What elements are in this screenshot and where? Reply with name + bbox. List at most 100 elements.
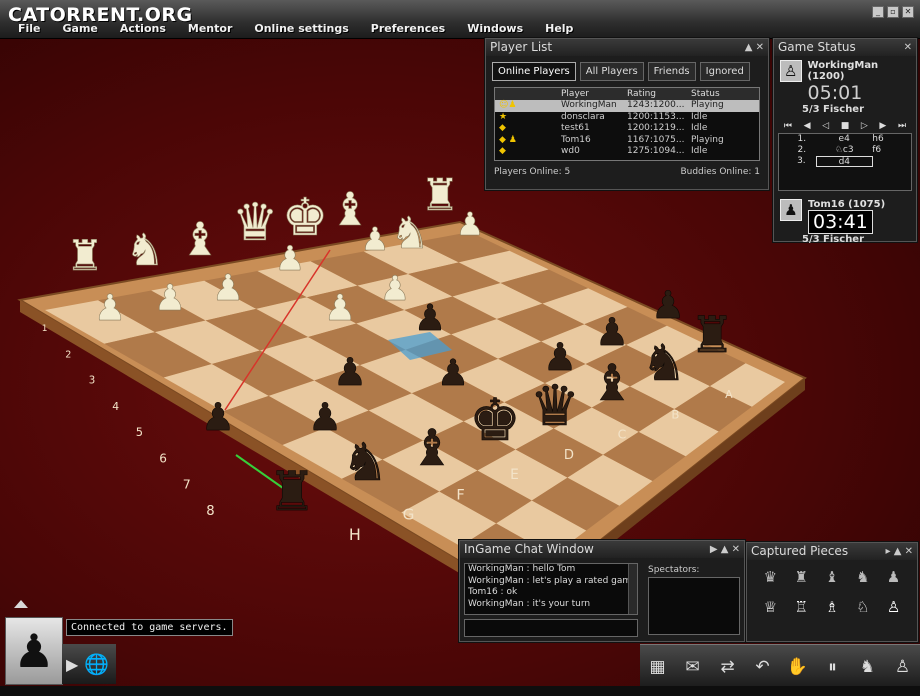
black-piece[interactable]: ♟	[333, 350, 368, 395]
white-piece[interactable]: ♟	[379, 269, 410, 310]
white-move[interactable]: d4	[815, 156, 873, 167]
column-rating[interactable]: Rating	[627, 88, 691, 100]
black-piece[interactable]: ♞	[341, 433, 389, 494]
next-move-icon[interactable]: ▶	[879, 121, 886, 131]
file-label: H	[349, 525, 361, 544]
swap-pieces-icon[interactable]: ⇄	[717, 656, 739, 678]
takeback-icon[interactable]: ↶	[752, 656, 774, 678]
panel-controls-icon[interactable]: ✕	[904, 39, 912, 56]
rank-label: 1	[42, 324, 48, 334]
black-move[interactable]	[873, 156, 911, 167]
board-view-icon[interactable]: ▦	[647, 656, 669, 678]
black-piece[interactable]: ♟	[201, 395, 236, 440]
stop-icon[interactable]: ■	[841, 121, 850, 131]
white-piece[interactable]: ♟	[154, 278, 187, 320]
move-row[interactable]: 3. d4	[779, 156, 911, 167]
restore-icon[interactable]: ▫	[887, 6, 899, 18]
move-row[interactable]: 1. e4 h6	[779, 134, 911, 145]
black-piece[interactable]: ♟	[651, 283, 686, 328]
step-back-icon[interactable]: ◁	[822, 121, 829, 131]
black-piece[interactable]: ♜	[267, 460, 316, 524]
black-piece[interactable]: ♞	[641, 334, 687, 393]
panel-controls-icon[interactable]: ▲ ✕	[745, 39, 764, 56]
white-piece[interactable]: ♛	[231, 193, 279, 254]
black-piece[interactable]: ♟	[437, 353, 470, 395]
offer-draw-icon[interactable]: ✉	[682, 656, 704, 678]
tab-friends[interactable]: Friends	[647, 62, 696, 81]
new-game-icon[interactable]: ♞	[857, 656, 879, 678]
table-row[interactable]: ◆ ♟ Tom16 1167:1075... Playing	[495, 135, 759, 147]
globe-icon[interactable]: 🌐	[84, 652, 109, 676]
file-label: D	[564, 448, 574, 463]
captured-black-row: ♛ ♜ ♝ ♞ ♟	[747, 568, 917, 586]
black-piece[interactable]: ♝	[409, 419, 455, 478]
white-piece[interactable]: ♝	[179, 212, 221, 267]
black-piece[interactable]: ♟	[308, 395, 343, 440]
white-move[interactable]: ♘c3	[816, 145, 872, 156]
file-label: G	[403, 506, 415, 524]
chat-scrollbar[interactable]	[628, 564, 637, 614]
captured-rook-icon: ♖	[794, 598, 808, 616]
white-piece[interactable]: ♟	[360, 220, 390, 259]
menu-online-settings[interactable]: Online settings	[254, 22, 348, 35]
expand-arrow-icon[interactable]	[14, 600, 28, 608]
menu-preferences[interactable]: Preferences	[371, 22, 445, 35]
table-row[interactable]: ☺♟ WorkingMan 1243:1200... Playing	[495, 100, 759, 112]
column-player[interactable]: Player	[561, 88, 627, 100]
white-piece[interactable]: ♜	[420, 170, 460, 222]
black-move[interactable]: h6	[872, 134, 911, 145]
status-message: Connected to game servers.	[66, 619, 233, 636]
player-name: wd0	[561, 146, 580, 156]
adjourn-icon[interactable]: ⏸	[822, 656, 844, 678]
white-piece[interactable]: ♟	[94, 288, 127, 330]
chat-input[interactable]	[464, 619, 638, 637]
white-piece[interactable]: ♜	[66, 231, 104, 281]
table-row[interactable]: ◆ wd0 1275:1094... Idle	[495, 146, 759, 158]
menu-file[interactable]: File	[18, 22, 41, 35]
game-status-title-bar: Game Status ✕	[774, 39, 916, 56]
white-piece[interactable]: ♟	[212, 268, 245, 310]
white-player-name: WorkingMan (1200)	[807, 60, 879, 82]
menu-windows[interactable]: Windows	[467, 22, 523, 35]
menu-actions[interactable]: Actions	[120, 22, 166, 35]
minimize-icon[interactable]: _	[872, 6, 884, 18]
player-rating: 1243:1200...	[627, 100, 685, 110]
play-arrow-icon[interactable]: ▶	[66, 655, 78, 674]
tab-all-players[interactable]: All Players	[579, 62, 644, 81]
captured-rook-icon: ♜	[794, 568, 808, 586]
black-piece[interactable]: ♛	[530, 374, 581, 440]
black-piece[interactable]: ♜	[689, 306, 735, 365]
last-move-icon[interactable]: ⏭	[898, 121, 906, 131]
white-piece[interactable]: ♟	[455, 205, 485, 244]
white-piece[interactable]: ♞	[125, 225, 165, 277]
close-icon[interactable]: ✕	[902, 6, 914, 18]
black-move[interactable]: f6	[872, 145, 911, 156]
panel-controls-icon[interactable]: ▸ ▲ ✕	[886, 543, 913, 560]
menu-game[interactable]: Game	[63, 22, 98, 35]
prev-move-icon[interactable]: ◀	[804, 121, 811, 131]
move-row[interactable]: 2. ♘c3 f6	[779, 145, 911, 156]
column-status[interactable]: Status	[691, 88, 755, 100]
tab-ignored[interactable]: Ignored	[699, 62, 750, 81]
black-piece[interactable]: ♟	[595, 310, 630, 355]
resign-hand-icon[interactable]: ✋	[787, 656, 809, 678]
table-row[interactable]: ◆ test61 1200:1219... Idle	[495, 123, 759, 135]
black-piece[interactable]: ♟	[543, 335, 578, 380]
black-piece[interactable]: ♝	[589, 354, 635, 413]
white-piece[interactable]: ♟	[274, 239, 305, 280]
white-move[interactable]: e4	[816, 134, 872, 145]
pawn-icon[interactable]: ♙	[892, 656, 914, 678]
first-move-icon[interactable]: ⏮	[784, 121, 792, 131]
white-piece[interactable]: ♟	[324, 288, 357, 330]
step-forward-icon[interactable]: ▷	[861, 121, 868, 131]
menu-help[interactable]: Help	[545, 22, 573, 35]
panel-controls-icon[interactable]: ▶ ▲ ✕	[710, 541, 740, 558]
black-piece[interactable]: ♚	[469, 386, 522, 455]
black-player-info: ♟ Tom16 (1075) 03:41	[774, 191, 916, 234]
tab-online-players[interactable]: Online Players	[492, 62, 576, 81]
panel-title: Player List	[490, 40, 553, 54]
menu-mentor[interactable]: Mentor	[188, 22, 232, 35]
white-clock: 05:01	[807, 82, 863, 104]
table-row[interactable]: ★ donsclara 1200:1153... Idle	[495, 112, 759, 124]
black-piece[interactable]: ♟	[414, 298, 447, 340]
